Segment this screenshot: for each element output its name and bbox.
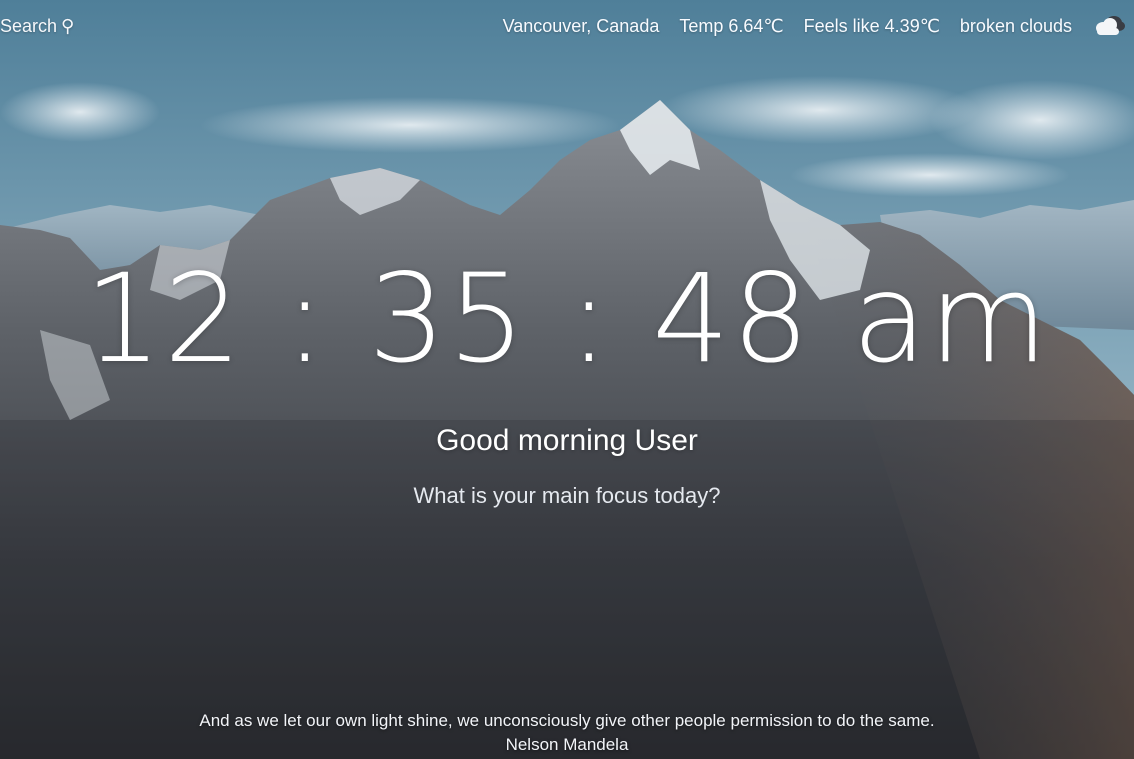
focus-prompt[interactable] xyxy=(0,482,1134,510)
weather-description: broken clouds xyxy=(959,15,1072,36)
weather-temp: Temp 6.64℃ xyxy=(679,16,783,37)
quote-author: Nelson Mandela xyxy=(505,735,629,754)
weather-temp-value: 6.64℃ xyxy=(728,15,784,36)
focus-input[interactable] xyxy=(355,482,779,510)
greeting-text: Good morning User xyxy=(436,424,698,457)
weather-location: Vancouver, Canada xyxy=(502,15,660,36)
broken-clouds-icon xyxy=(1092,13,1126,39)
weather-widget: Vancouver, Canada Temp 6.64℃ Feels like … xyxy=(503,13,1134,39)
search-field[interactable]: Search ⚲ xyxy=(0,16,74,37)
quote-block: And as we let our own light shine, we un… xyxy=(0,709,1134,757)
weather-feels-value: 4.39℃ xyxy=(884,15,940,36)
top-bar: Search ⚲ Vancouver, Canada Temp 6.64℃ Fe… xyxy=(0,8,1134,44)
location-pin-icon: ⚲ xyxy=(61,15,75,36)
weather-feels-label: Feels like xyxy=(803,15,880,36)
weather-feels-like: Feels like 4.39℃ xyxy=(804,16,940,37)
search-label: Search xyxy=(0,15,58,36)
weather-temp-label: Temp xyxy=(679,15,724,36)
quote-text: And as we let our own light shine, we un… xyxy=(199,711,935,730)
clock-display: 12 : 35 : 48 am xyxy=(84,248,1050,390)
